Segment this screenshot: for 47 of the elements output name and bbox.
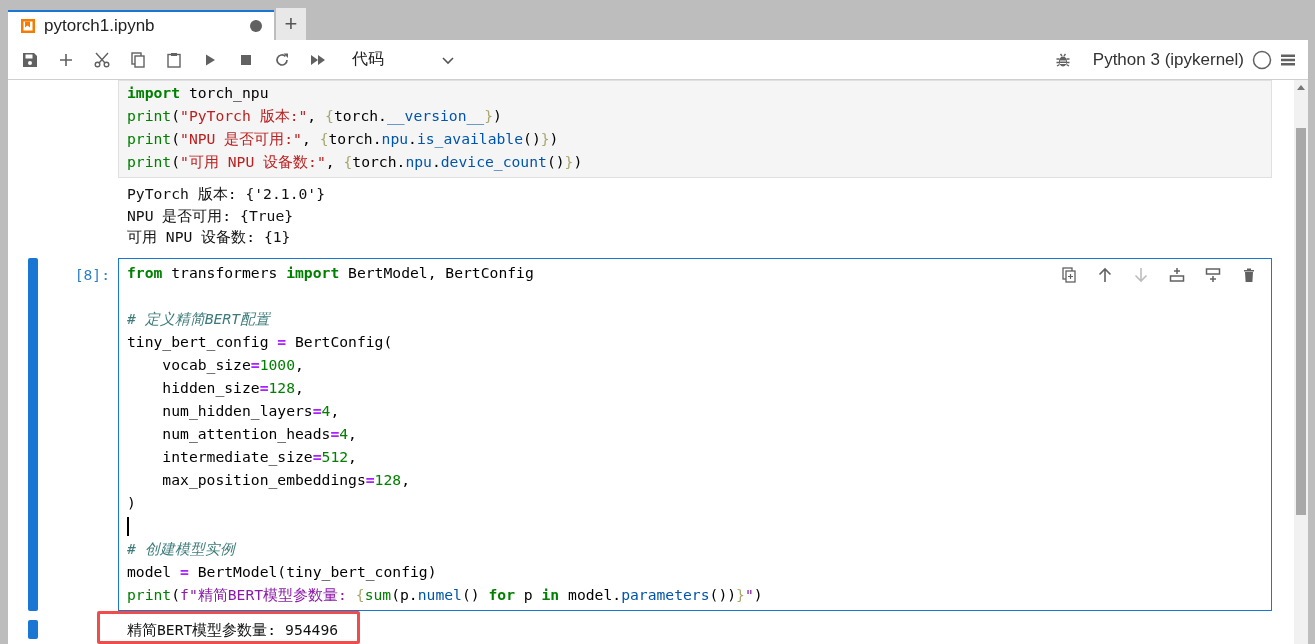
output-line: 精简BERT模型参数量: 954496 [127, 620, 339, 639]
output-line: 可用 NPU 设备数: {1} [127, 227, 291, 247]
code-line: num_hidden_layers=4, [161, 400, 340, 422]
new-tab-button[interactable]: + [276, 8, 306, 40]
code-line: # 定义精简BERT配置 [127, 308, 271, 329]
output-line: NPU 是否可用: {True} [127, 205, 294, 226]
code-line: print("可用 NPU 设备数:", {torch.npu.device_count()}) [127, 152, 583, 173]
code-line: print(f"精简BERT模型参数量: {sum(p.numel() for p in model.parameters())}") [127, 584, 763, 605]
duplicate-icon[interactable] [1061, 266, 1077, 283]
tab-title: pytorch1.ipynb [44, 16, 156, 36]
code-line: tiny_bert_config = BertConfig( [127, 331, 393, 353]
trash-icon[interactable] [1241, 266, 1257, 283]
code-line: import torch_npu [127, 83, 269, 104]
paste-icon[interactable] [166, 51, 182, 68]
scrollbar[interactable] [1294, 80, 1308, 644]
save-icon[interactable] [22, 51, 38, 68]
up-arrow-icon[interactable] [1097, 266, 1113, 283]
plus-icon[interactable] [58, 51, 74, 68]
output-collapser[interactable] [28, 619, 38, 639]
code-line: from transformers import BertModel, BertConfig [127, 262, 534, 283]
insert-below-icon[interactable] [1205, 266, 1221, 283]
code-line: ) [127, 492, 136, 513]
kernel-name[interactable]: Python 3 (ipykernel) [1092, 49, 1244, 70]
code-line: num_attention_heads=4, [161, 423, 357, 445]
restart-icon[interactable] [274, 51, 290, 68]
code-line: hidden_size=128, [161, 377, 304, 399]
cell-type-dropdown[interactable]: 代码 [352, 49, 456, 70]
notebook-tab[interactable]: pytorch1.ipynb [8, 10, 274, 40]
code-line: # 创建模型实例 [127, 538, 235, 559]
code-line: print("PyTorch 版本:", {torch.__version__}) [127, 106, 502, 127]
cell-prompt: [8]: [74, 265, 110, 283]
scissors-icon[interactable] [94, 51, 110, 68]
code-line: print("NPU 是否可用:", {torch.npu.is_available()}) [127, 129, 559, 150]
output-line: PyTorch 版本: {'2.1.0'} [127, 184, 325, 204]
code-line: vocab_size=1000, [161, 354, 304, 376]
code-line: intermediate_size=512, [161, 446, 357, 468]
scroll-up-icon[interactable] [1297, 84, 1305, 90]
copy-icon[interactable] [130, 51, 146, 68]
code-line: model = BertModel(tiny_bert_config) [127, 561, 437, 583]
bug-icon[interactable] [1054, 51, 1071, 68]
code-editor[interactable]: import torch_npu print("PyTorch 版本:", {torch.__version__}) print("NPU 是否可用:", {torch.npu.is_available()}) print("可用 NPU 设备数:", {torch.npu.device_count()}) [118, 80, 1272, 178]
code-editor[interactable] [118, 257, 1272, 611]
text-cursor [127, 517, 129, 536]
cell-collapser[interactable] [28, 257, 38, 611]
code-line: max_position_embeddings=128, [161, 469, 410, 491]
insert-above-icon[interactable] [1169, 266, 1185, 283]
notebook-icon [20, 18, 36, 34]
